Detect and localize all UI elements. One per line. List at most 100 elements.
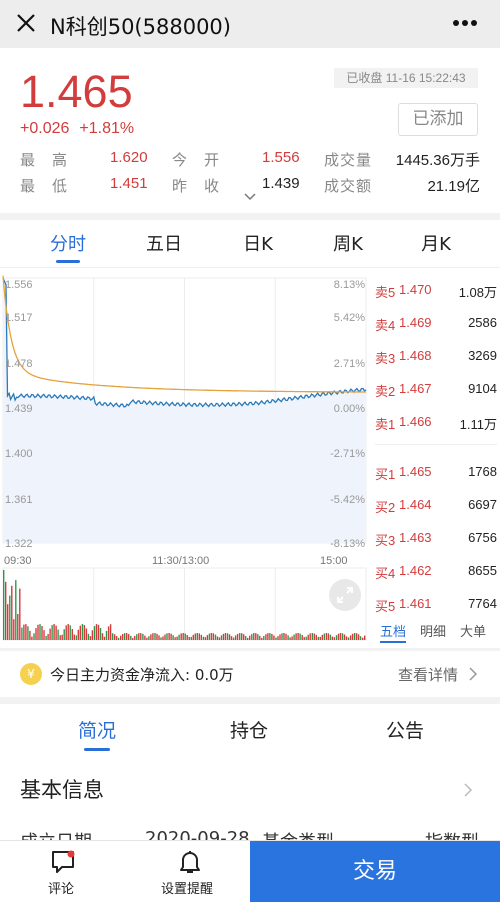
ask-label: 卖5	[375, 285, 396, 300]
x-tick-label: 11:30/13:00	[152, 555, 210, 567]
volume-bar	[299, 633, 301, 640]
chart-period-tabs: 分时 五日 日K 周K 月K	[0, 220, 500, 268]
tab-holdings[interactable]: 持仓	[230, 716, 268, 743]
y-tick-right: 8.13%	[333, 279, 365, 291]
info-tabs: 简况 持仓 公告	[0, 704, 500, 754]
tab-details[interactable]: 明细	[420, 621, 446, 640]
volume-bar	[355, 633, 358, 640]
volume-bar	[55, 625, 57, 640]
set-alert-button[interactable]: 设置提醒	[150, 841, 230, 902]
bid-price: 1.464	[399, 497, 432, 512]
tab-intraday[interactable]: 分时	[38, 230, 98, 256]
prev-close-label: 昨 收	[172, 177, 221, 195]
chevron-down-icon[interactable]	[243, 192, 257, 202]
volume-bar	[214, 634, 217, 640]
volume-bar	[362, 637, 364, 640]
open-value: 1.556	[262, 149, 300, 166]
volume-bar	[87, 633, 90, 640]
ask-volume: 3269	[468, 348, 497, 363]
volume-bar	[77, 629, 79, 640]
volume-bar	[297, 633, 299, 640]
tab-large-orders[interactable]: 大单	[460, 621, 486, 640]
volume-bar	[146, 637, 148, 640]
volume-bar	[283, 633, 285, 640]
intraday-chart-svg	[2, 275, 367, 641]
fund-flow-row[interactable]: ¥ 今日主力资金净流入: 0.0万 查看详情	[0, 651, 500, 697]
fullscreen-icon[interactable]	[328, 578, 362, 612]
volume-bar	[236, 633, 239, 640]
add-watchlist-button[interactable]: 已添加	[398, 103, 478, 136]
fund-flow-text: 今日主力资金净流入: 0.0万	[50, 666, 234, 684]
y-tick-left: 1.322	[5, 538, 33, 550]
ask-volume: 1.11万	[459, 417, 497, 432]
volume-bar	[230, 636, 233, 640]
ask-row: 卖4 1.469 2586	[375, 315, 497, 335]
volume-bar	[142, 633, 144, 640]
volume-bar	[251, 634, 253, 640]
volume-bar	[111, 633, 114, 640]
ask-label: 卖2	[375, 384, 396, 399]
volume-bar	[198, 633, 200, 640]
intraday-chart[interactable]: 1.556 1.517 1.478 1.439 1.400 1.361 1.32…	[0, 268, 370, 648]
ask-price: 1.466	[399, 414, 432, 429]
tab-daily-k[interactable]: 日K	[228, 230, 288, 256]
volume-bar	[41, 626, 43, 640]
comment-button[interactable]: 评论	[30, 841, 96, 902]
volume-bar	[9, 595, 11, 640]
volume-bar	[166, 633, 168, 640]
basic-info-section[interactable]: 基本信息 成立日期 2020-09-28 基金类型 指数型	[0, 754, 500, 844]
tab-monthly-k[interactable]: 月K	[406, 230, 466, 256]
volume-bar	[103, 636, 106, 640]
volume-bar	[325, 633, 328, 640]
change-percent: +1.81%	[79, 120, 135, 137]
volume-bar	[206, 635, 209, 640]
tab-five-levels[interactable]: 五档	[380, 621, 406, 640]
volume-bar	[115, 636, 118, 640]
tab-announcements[interactable]: 公告	[386, 716, 424, 743]
volume-bar	[208, 633, 211, 640]
bid-row: 买2 1.464 6697	[375, 497, 497, 517]
volume-bar	[17, 614, 19, 640]
trade-button[interactable]: 交易	[250, 841, 500, 902]
set-alert-label: 设置提醒	[161, 882, 214, 897]
volume-bar	[301, 635, 303, 640]
order-book: 卖5 1.470 1.08万 卖4 1.469 2586 卖3 1.468 3269 卖2 1…	[370, 268, 500, 648]
volume-bar	[261, 637, 263, 640]
volume-bar	[51, 625, 53, 640]
volume-bar	[11, 585, 13, 640]
orderbook-divider	[375, 444, 497, 445]
tab-five-day[interactable]: 五日	[134, 230, 194, 256]
volume-bar	[222, 633, 225, 640]
bid-label: 买1	[375, 467, 396, 482]
more-options-icon[interactable]	[452, 12, 478, 34]
yen-icon: ¥	[20, 663, 42, 685]
bell-icon	[180, 851, 200, 873]
volume-bar	[275, 637, 277, 640]
tab-overview[interactable]: 简况	[78, 716, 116, 743]
volume-bar	[188, 636, 190, 640]
volume-bar	[5, 581, 7, 640]
bid-volume: 1768	[468, 464, 497, 479]
volume-bar	[107, 626, 110, 640]
volume-label: 成交量	[324, 151, 373, 169]
volume-bar	[53, 624, 55, 640]
y-tick-right: 2.71%	[333, 358, 365, 370]
volume-bar	[176, 636, 178, 640]
volume-bar	[216, 636, 219, 640]
volume-bar	[120, 635, 122, 640]
volume-bar	[154, 633, 156, 640]
tab-weekly-k[interactable]: 周K	[318, 230, 378, 256]
close-icon[interactable]	[14, 11, 38, 35]
bid-label: 买3	[375, 533, 396, 548]
volume-bar	[347, 637, 350, 640]
volume-bar	[174, 637, 176, 640]
volume-bar	[69, 625, 71, 640]
volume-bar	[232, 637, 235, 640]
prev-close-value: 1.439	[262, 175, 300, 192]
volume-bar	[228, 634, 231, 640]
volume-bar	[45, 635, 47, 640]
view-details-link[interactable]: 查看详情	[398, 664, 458, 685]
volume-bar	[273, 635, 275, 640]
y-tick-left: 1.478	[5, 358, 33, 370]
volume-bar	[313, 633, 315, 640]
